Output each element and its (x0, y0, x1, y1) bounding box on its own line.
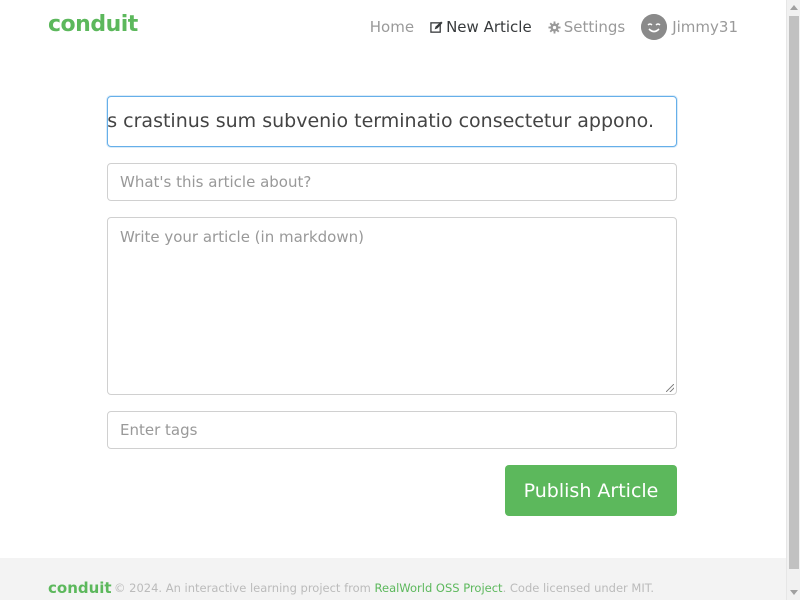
nav-item-label: Home (369, 18, 415, 36)
scroll-down-icon[interactable] (790, 590, 798, 595)
article-body-placeholder: Write your article (in markdown) (120, 228, 364, 246)
scroll-up-icon[interactable] (790, 5, 798, 10)
nav-item-label: New Article (446, 18, 532, 36)
nav-item-label: Settings (563, 18, 626, 36)
navbar: conduit Home New Article Settings Jimmy3… (0, 0, 786, 56)
article-title-value: Tenuis crastinus sum subvenio terminatio… (107, 110, 654, 132)
article-tags-placeholder: Enter tags (120, 421, 198, 439)
page: conduit Home New Article Settings Jimmy3… (0, 0, 800, 600)
user-name: Jimmy31 (672, 18, 738, 36)
article-about-placeholder: What's this article about? (120, 173, 312, 191)
gear-icon (548, 20, 561, 34)
edit-icon (430, 20, 443, 33)
nav-item-new-article[interactable]: New Article (430, 18, 532, 36)
article-title-input[interactable]: Tenuis crastinus sum subvenio terminatio… (107, 96, 677, 147)
article-body-textarea[interactable]: Write your article (in markdown) (107, 217, 677, 395)
avatar-smiley-icon (641, 14, 668, 40)
footer-brand[interactable]: conduit (48, 579, 112, 597)
footer-text-prefix: © 2024. An interactive learning project … (114, 581, 375, 595)
footer-realworld-link[interactable]: RealWorld OSS Project (375, 581, 503, 595)
nav-item-home[interactable]: Home (370, 18, 414, 36)
scroll-thumb[interactable] (789, 16, 799, 569)
brand-logo[interactable]: conduit (48, 12, 138, 37)
article-about-input[interactable]: What's this article about? (107, 163, 677, 201)
nav-menu: Home New Article Settings Jimmy31 (354, 14, 738, 40)
article-tags-input[interactable]: Enter tags (107, 411, 677, 449)
footer-text-suffix: . Code licensed under MIT. (502, 581, 655, 595)
nav-item-profile[interactable]: Jimmy31 (641, 14, 738, 40)
vertical-scrollbar[interactable] (786, 0, 800, 600)
resize-grip-icon[interactable] (666, 384, 674, 392)
footer: conduit © 2024. An interactive learning … (0, 558, 786, 600)
article-editor-form: Tenuis crastinus sum subvenio terminatio… (107, 96, 677, 516)
nav-item-settings[interactable]: Settings (548, 18, 626, 36)
footer-attribution: © 2024. An interactive learning project … (114, 581, 654, 595)
publish-article-button[interactable]: Publish Article (505, 465, 677, 516)
